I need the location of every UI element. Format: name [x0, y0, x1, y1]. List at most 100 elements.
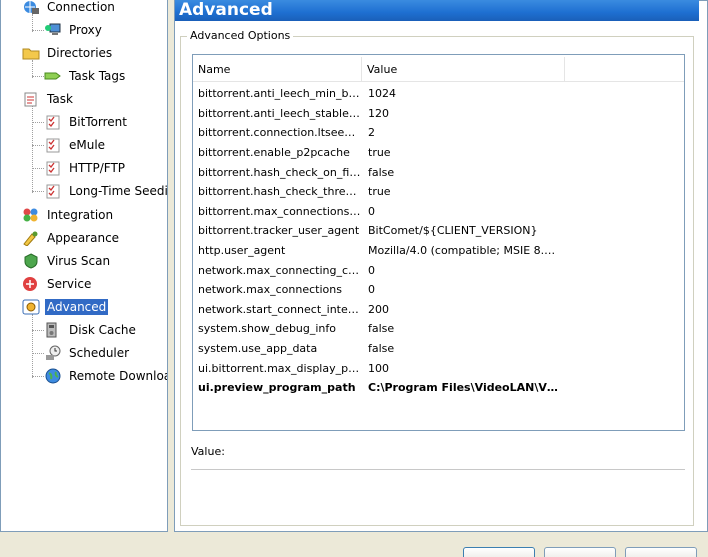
option-value-cell: true [368, 146, 391, 160]
table-row[interactable]: bittorrent.hash_check_thread... true [193, 182, 684, 202]
option-value-cell: C:\Program Files\VideoLAN\VLC... [368, 381, 562, 395]
table-row[interactable]: network.max_connecting_con... 0 [193, 260, 684, 280]
tree-item-label: Proxy [69, 23, 102, 37]
tree-item-label: Directories [47, 46, 113, 60]
group-title: Advanced Options [187, 29, 294, 42]
tree-item-advanced[interactable]: Advanced [22, 297, 109, 317]
ok-button[interactable] [463, 547, 535, 557]
tree-item-label: Task Tags [69, 69, 126, 83]
tree-item-scheduler[interactable]: Scheduler [32, 343, 131, 363]
tree-item-disk-cache[interactable]: Disk Cache [32, 320, 138, 340]
option-name-cell: ui.bittorrent.max_display_peers [198, 361, 362, 375]
checklist-icon [44, 160, 62, 176]
tree-item-emule[interactable]: eMule [32, 135, 107, 155]
tree-item-label: Task [47, 92, 73, 106]
option-name-cell: system.show_debug_info [198, 322, 337, 336]
apply-button[interactable] [625, 547, 697, 557]
tree-item-label: BitTorrent [69, 115, 127, 129]
tree-connector-line [32, 145, 44, 146]
tree-item-directories[interactable]: Directories [22, 43, 114, 63]
table-row[interactable]: ui.preview_program_path C:\Program Files\… [193, 378, 684, 398]
tree-item-bittorrent[interactable]: BitTorrent [32, 112, 129, 132]
option-name-cell: http.user_agent [198, 244, 286, 258]
tree-item-label: Long-Time Seeding [69, 184, 168, 198]
option-name-cell: network.max_connections [198, 283, 342, 297]
tree-item-http-ftp[interactable]: HTTP/FTP [32, 158, 127, 178]
tree-item-label: HTTP/FTP [69, 161, 126, 175]
tree-item-label: Service [47, 277, 92, 291]
option-name-cell: network.max_connecting_con... [198, 263, 362, 277]
checklist-icon [44, 137, 62, 153]
tree-item-integration[interactable]: Integration [22, 205, 115, 225]
table-row[interactable]: network.start_connect_interv... 200 [193, 300, 684, 320]
list-rows: bittorrent.anti_leech_min_byte 1024 bittor… [193, 84, 684, 398]
option-value-cell: true [368, 185, 391, 199]
option-name-cell: ui.preview_program_path [198, 381, 356, 395]
table-row[interactable]: bittorrent.enable_p2pcache true [193, 143, 684, 163]
tree-item-label: Scheduler [69, 346, 130, 360]
table-row[interactable]: ui.bittorrent.max_display_peers 100 [193, 358, 684, 378]
tree-item-label: Disk Cache [69, 323, 136, 337]
folder-icon [22, 45, 40, 61]
tree-connector-line [32, 106, 33, 193]
shield-icon [22, 253, 40, 269]
list-header: Name Value [193, 57, 684, 82]
tree-item-proxy[interactable]: Proxy [32, 20, 104, 40]
option-value-cell: false [368, 342, 395, 356]
option-value-cell: 1024 [368, 87, 396, 101]
scheduler-icon [44, 345, 62, 361]
tree-connector-line [32, 76, 44, 77]
tree-item-label: Connection [47, 0, 115, 14]
option-value-cell: 2 [368, 126, 375, 140]
option-name-cell: network.start_connect_interv... [198, 302, 362, 316]
cancel-button[interactable] [544, 547, 616, 557]
tree-item-long-time-seeding[interactable]: Long-Time Seeding [32, 181, 168, 201]
value-input[interactable] [191, 469, 685, 470]
tree-item-task[interactable]: Task [22, 89, 75, 109]
option-value-cell: false [368, 322, 395, 336]
service-icon [22, 276, 40, 292]
table-row[interactable]: network.max_connections 0 [193, 280, 684, 300]
advanced-icon [22, 299, 40, 315]
tree-item-label: Advanced [45, 299, 109, 315]
column-header-value[interactable]: Value [362, 57, 565, 82]
tree-connector-line [32, 191, 44, 192]
table-row[interactable]: bittorrent.anti_leech_min_byte 1024 [193, 84, 684, 104]
option-name-cell: bittorrent.enable_p2pcache [198, 146, 350, 160]
option-name-cell: bittorrent.connection.ltseed_p... [198, 126, 362, 140]
option-name-cell: bittorrent.max_connections_p... [198, 204, 362, 218]
tree-connector-line [32, 330, 44, 331]
tree-item-service[interactable]: Service [22, 274, 93, 294]
tree-item-label: Remote Download [69, 369, 168, 383]
option-name-cell: bittorrent.hash_check_thread... [198, 185, 362, 199]
option-name-cell: system.use_app_data [198, 342, 318, 356]
column-header-filler [565, 57, 684, 82]
column-header-name[interactable]: Name [193, 57, 362, 82]
tag-icon [44, 68, 62, 84]
page-title: Advanced [175, 0, 699, 21]
tree-item-task-tags[interactable]: Task Tags [32, 66, 127, 86]
integration-icon [22, 207, 40, 223]
tree-item-remote-download[interactable]: Remote Download [32, 366, 168, 386]
option-value-cell: 120 [368, 106, 389, 120]
tree-item-virus-scan[interactable]: Virus Scan [22, 251, 112, 271]
table-row[interactable]: bittorrent.tracker_user_agent BitComet/${… [193, 221, 684, 241]
table-row[interactable]: http.user_agent Mozilla/4.0 (compatible; … [193, 241, 684, 261]
globe-icon [44, 368, 62, 384]
network-globe-icon [22, 0, 40, 15]
tree-connector-line [32, 30, 44, 31]
tree-connector-line [32, 314, 33, 378]
table-row[interactable]: bittorrent.connection.ltseed_p... 2 [193, 123, 684, 143]
task-icon [22, 91, 40, 107]
tree-connector-line [32, 168, 44, 169]
table-row[interactable]: bittorrent.max_connections_p... 0 [193, 202, 684, 222]
options-tree[interactable]: Connection Proxy Directories Task Tags Task B… [0, 0, 168, 532]
option-value-cell: 200 [368, 302, 389, 316]
tree-item-appearance[interactable]: Appearance [22, 228, 121, 248]
table-row[interactable]: system.use_app_data false [193, 339, 684, 359]
table-row[interactable]: system.show_debug_info false [193, 319, 684, 339]
table-row[interactable]: bittorrent.anti_leech_stable_sec 120 [193, 104, 684, 124]
table-row[interactable]: bittorrent.hash_check_on_finis... false [193, 162, 684, 182]
tree-item-connection[interactable]: Connection [22, 0, 117, 17]
option-value-cell: 0 [368, 204, 375, 218]
